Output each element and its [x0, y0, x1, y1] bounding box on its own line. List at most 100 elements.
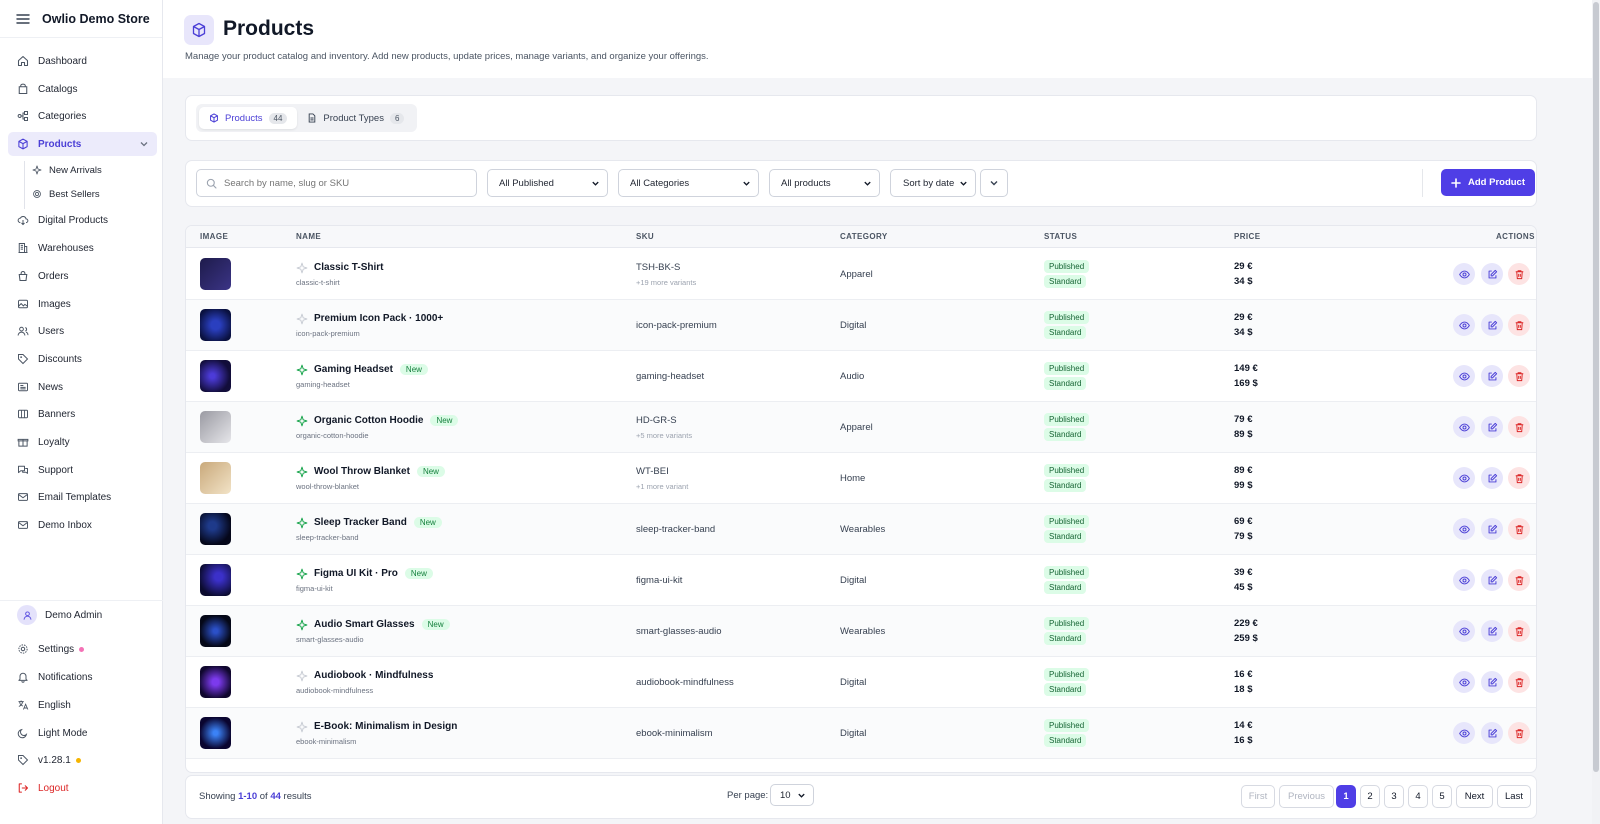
- page-1-button[interactable]: 1: [1336, 785, 1356, 808]
- table-row[interactable]: Classic T-Shirt classic-t-shirt TSH-BK-S +1…: [186, 249, 1536, 300]
- product-name[interactable]: Organic Cotton Hoodie New: [314, 415, 459, 426]
- sidebar-item-discounts[interactable]: Discounts: [8, 347, 157, 371]
- table-row[interactable]: Audio Smart Glasses New smart-glasses-audi…: [186, 606, 1536, 657]
- view-button[interactable]: [1453, 365, 1475, 387]
- edit-button[interactable]: [1481, 467, 1503, 489]
- table-row[interactable]: E-Book: Minimalism in Design ebook-minima…: [186, 708, 1536, 759]
- user-profile[interactable]: Demo Admin: [8, 602, 157, 628]
- view-button[interactable]: [1453, 467, 1475, 489]
- page-4-button[interactable]: 4: [1408, 785, 1428, 808]
- delete-button[interactable]: [1508, 722, 1530, 744]
- product-name[interactable]: Figma UI Kit · Pro New: [314, 568, 433, 579]
- sidebar-item-warehouses[interactable]: Warehouses: [8, 236, 157, 260]
- next-page-button[interactable]: Next: [1456, 785, 1493, 808]
- delete-button[interactable]: [1508, 365, 1530, 387]
- previous-page-button[interactable]: Previous: [1279, 785, 1334, 808]
- edit-button[interactable]: [1481, 365, 1503, 387]
- delete-button[interactable]: [1508, 518, 1530, 540]
- sidebar-item-products[interactable]: Products: [8, 132, 157, 156]
- page-2-button[interactable]: 2: [1360, 785, 1380, 808]
- sidebar-item-banners[interactable]: Banners: [8, 402, 157, 426]
- sidebar-footer-notifications[interactable]: Notifications: [8, 665, 157, 689]
- sidebar-item-support[interactable]: Support: [8, 458, 157, 482]
- sidebar-item-orders[interactable]: Orders: [8, 264, 157, 288]
- scrollbar-thumb[interactable]: [1593, 2, 1599, 772]
- edit-button[interactable]: [1481, 671, 1503, 693]
- search-input[interactable]: [224, 177, 464, 189]
- product-name[interactable]: Audiobook · Mindfulness: [314, 670, 433, 681]
- sidebar-footer-english[interactable]: English: [8, 693, 157, 717]
- sidebar-item-catalogs[interactable]: Catalogs: [8, 77, 157, 101]
- sidebar-subitem-new-arrivals[interactable]: New Arrivals: [24, 159, 157, 181]
- sidebar-item-categories[interactable]: Categories: [8, 104, 157, 128]
- page-3-button[interactable]: 3: [1384, 785, 1404, 808]
- column-header-category[interactable]: CATEGORY: [840, 232, 888, 241]
- category-filter-select[interactable]: All Categories: [618, 169, 759, 197]
- table-row[interactable]: Audiobook · Mindfulness audiobook-mindful…: [186, 657, 1536, 708]
- last-page-button[interactable]: Last: [1497, 785, 1531, 808]
- view-button[interactable]: [1453, 671, 1475, 693]
- scrollbar[interactable]: [1592, 0, 1600, 824]
- table-row[interactable]: Gaming Headset New gaming-headset gaming-he…: [186, 351, 1536, 402]
- tab-products[interactable]: Products 44: [199, 107, 298, 129]
- sort-direction-button[interactable]: [980, 169, 1008, 197]
- view-button[interactable]: [1453, 416, 1475, 438]
- sidebar-item-news[interactable]: News: [8, 375, 157, 399]
- view-button[interactable]: [1453, 620, 1475, 642]
- column-header-price[interactable]: PRICE: [1234, 232, 1260, 241]
- edit-button[interactable]: [1481, 518, 1503, 540]
- product-name[interactable]: Classic T-Shirt: [314, 262, 383, 273]
- edit-button[interactable]: [1481, 263, 1503, 285]
- delete-button[interactable]: [1508, 569, 1530, 591]
- product-name[interactable]: Premium Icon Pack · 1000+: [314, 313, 443, 324]
- sidebar-footer-settings[interactable]: Settings: [8, 637, 157, 661]
- edit-button[interactable]: [1481, 722, 1503, 744]
- column-header-status[interactable]: STATUS: [1044, 232, 1077, 241]
- sidebar-item-users[interactable]: Users: [8, 319, 157, 343]
- table-row[interactable]: Wool Throw Blanket New wool-throw-blanket W…: [186, 453, 1536, 504]
- edit-button[interactable]: [1481, 416, 1503, 438]
- sidebar-subitem-best-sellers[interactable]: Best Sellers: [24, 183, 157, 205]
- edit-button[interactable]: [1481, 569, 1503, 591]
- sidebar-item-loyalty[interactable]: Loyalty: [8, 430, 157, 454]
- table-row[interactable]: Organic Cotton Hoodie New organic-cotton-h…: [186, 402, 1536, 453]
- sidebar-footer-light-mode[interactable]: Light Mode: [8, 721, 157, 745]
- view-button[interactable]: [1453, 722, 1475, 744]
- table-row[interactable]: Sleep Tracker Band New sleep-tracker-band s…: [186, 504, 1536, 555]
- view-button[interactable]: [1453, 518, 1475, 540]
- delete-button[interactable]: [1508, 314, 1530, 336]
- tab-product-types[interactable]: Product Types 6: [297, 107, 414, 129]
- product-name[interactable]: Wool Throw Blanket New: [314, 466, 445, 477]
- view-button[interactable]: [1453, 569, 1475, 591]
- product-name[interactable]: Audio Smart Glasses New: [314, 619, 450, 630]
- sidebar-footer-logout[interactable]: Logout: [8, 776, 157, 800]
- delete-button[interactable]: [1508, 467, 1530, 489]
- sidebar-footer-v1-28-1[interactable]: v1.28.1: [8, 748, 157, 772]
- sidebar-item-images[interactable]: Images: [8, 292, 157, 316]
- product-name[interactable]: Sleep Tracker Band New: [314, 517, 442, 528]
- edit-button[interactable]: [1481, 620, 1503, 642]
- first-page-button[interactable]: First: [1241, 785, 1275, 808]
- delete-button[interactable]: [1508, 620, 1530, 642]
- column-header-sku[interactable]: SKU: [636, 232, 654, 241]
- menu-icon[interactable]: [16, 13, 30, 25]
- column-header-name[interactable]: NAME: [296, 232, 321, 241]
- per-page-select[interactable]: 10: [770, 784, 814, 806]
- add-product-button[interactable]: Add Product: [1441, 169, 1535, 196]
- sidebar-item-digital-products[interactable]: Digital Products: [8, 208, 157, 232]
- table-row[interactable]: Figma UI Kit · Pro New figma-ui-kit figma-u…: [186, 555, 1536, 606]
- delete-button[interactable]: [1508, 671, 1530, 693]
- product-name[interactable]: Gaming Headset New: [314, 364, 428, 375]
- published-filter-select[interactable]: All Published: [487, 169, 608, 197]
- sidebar-item-dashboard[interactable]: Dashboard: [8, 49, 157, 73]
- product-name[interactable]: E-Book: Minimalism in Design: [314, 721, 457, 732]
- view-button[interactable]: [1453, 314, 1475, 336]
- delete-button[interactable]: [1508, 416, 1530, 438]
- table-row[interactable]: Premium Icon Pack · 1000+ icon-pack-premi…: [186, 300, 1536, 351]
- sort-select[interactable]: Sort by date: [890, 169, 976, 197]
- page-5-button[interactable]: 5: [1432, 785, 1452, 808]
- sidebar-item-email-templates[interactable]: Email Templates: [8, 485, 157, 509]
- sidebar-item-demo-inbox[interactable]: Demo Inbox: [8, 513, 157, 537]
- delete-button[interactable]: [1508, 263, 1530, 285]
- edit-button[interactable]: [1481, 314, 1503, 336]
